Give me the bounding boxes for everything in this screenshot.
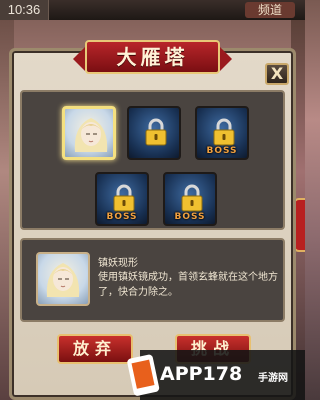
stage-grid: BOSS BOSS BOSS — [20, 90, 285, 230]
status-bar: 10:36 频道 — [0, 0, 305, 20]
boss-label: BOSS — [206, 146, 238, 156]
stage-slot-1[interactable] — [62, 106, 116, 160]
info-description: 使用镇妖镜成功，首领玄蜂就在这个地方了，快合力除之。 — [98, 272, 278, 298]
stage-slot-4[interactable]: BOSS — [95, 172, 149, 226]
boss-portrait — [36, 252, 90, 306]
stage-slot-5[interactable]: BOSS — [163, 172, 217, 226]
boss-label: BOSS — [174, 212, 206, 222]
info-title: 镇妖现形 — [98, 258, 138, 269]
stage-slot-2[interactable] — [127, 106, 181, 160]
watermark-brand: APP178 — [160, 363, 243, 385]
boss-label: BOSS — [106, 212, 138, 222]
phone-logo-icon — [127, 354, 160, 396]
channel-button[interactable]: 频道 — [245, 2, 295, 18]
hero-portrait-icon — [46, 263, 80, 297]
stage-slot-3[interactable]: BOSS — [195, 106, 249, 160]
lock-icon — [113, 184, 135, 212]
watermark-sub: 手游网 — [258, 373, 288, 384]
lock-icon — [181, 184, 203, 212]
close-button[interactable]: X — [265, 63, 289, 85]
stage-info-panel: 镇妖现形 使用镇妖镜成功，首领玄蜂就在这个地方了，快合力除之。 — [20, 238, 285, 322]
dialog-title-banner: 大雁塔 — [73, 40, 232, 74]
dialog-title: 大雁塔 — [116, 45, 189, 69]
give-up-button[interactable]: 放弃 — [57, 334, 133, 364]
lock-icon — [145, 118, 167, 146]
hero-portrait-icon — [74, 118, 108, 152]
clock: 10:36 — [0, 0, 49, 20]
lock-icon — [213, 118, 235, 146]
